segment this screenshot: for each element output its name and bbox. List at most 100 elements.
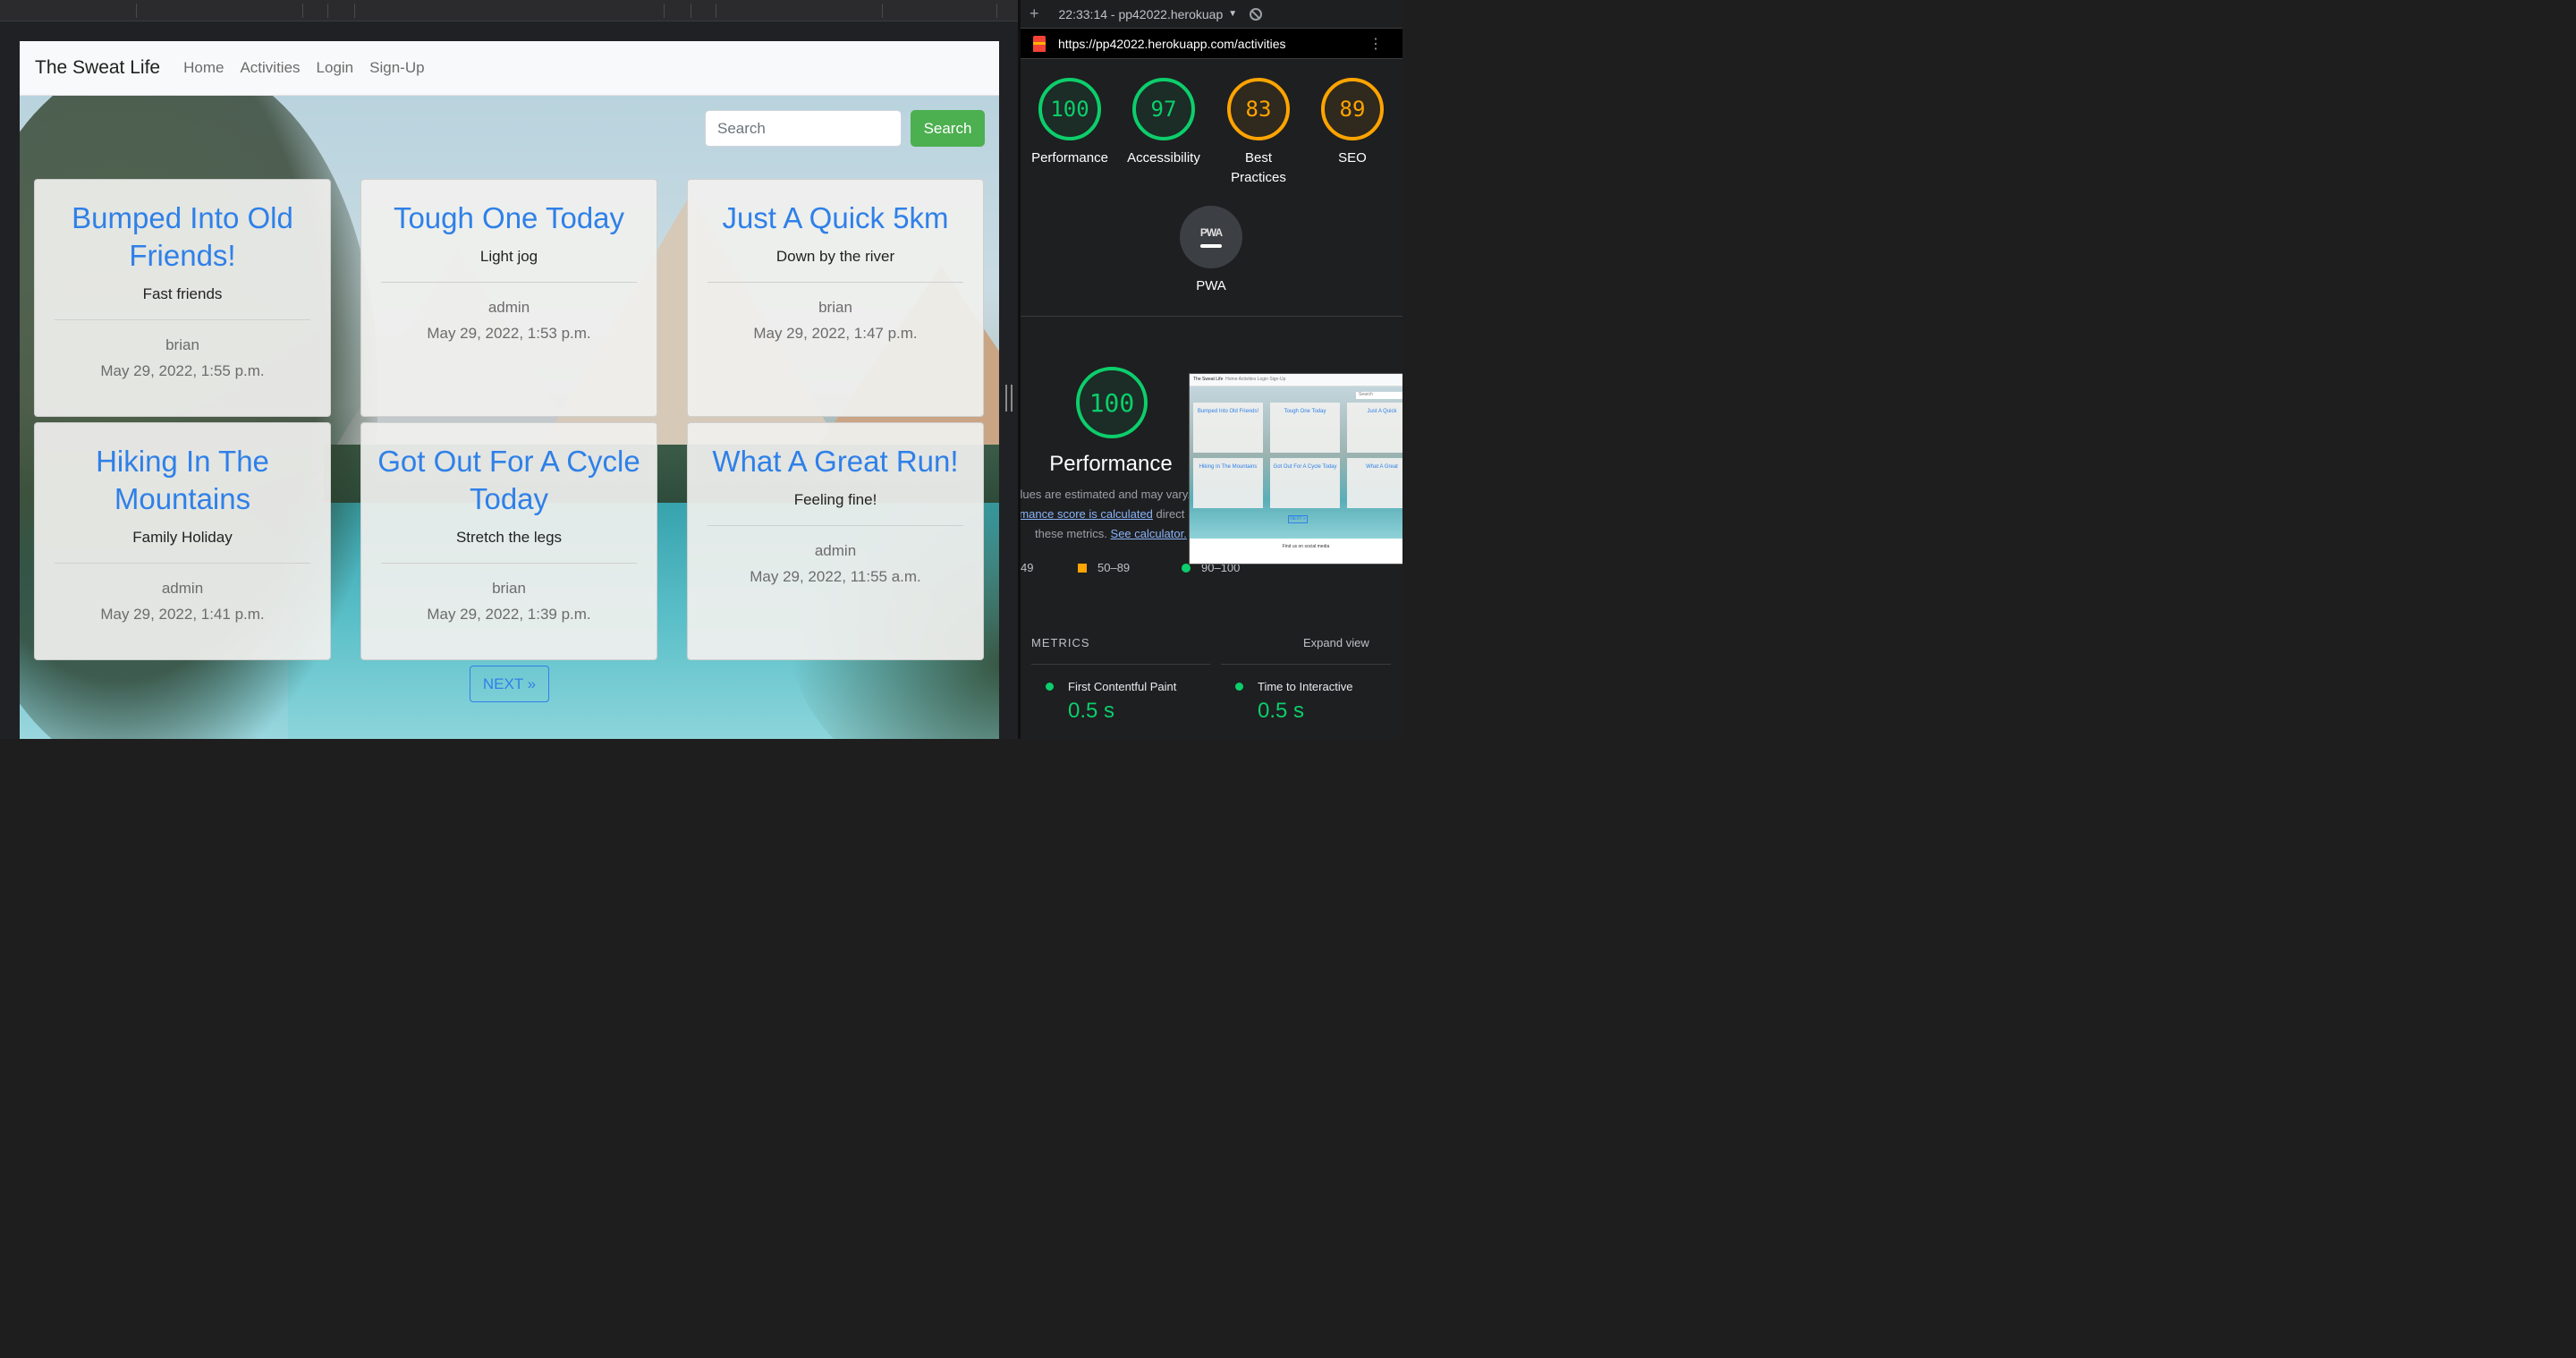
card-author: admin	[161, 580, 204, 597]
card-author: brian	[492, 580, 526, 597]
page-screenshot-thumbnail[interactable]: The Sweat Life Home Activities Login Sig…	[1189, 373, 1402, 564]
clear-icon[interactable]	[1250, 7, 1263, 21]
card-divider	[381, 563, 637, 564]
card-date: May 29, 2022, 1:41 p.m.	[100, 606, 265, 623]
card-title[interactable]: Hiking In The Mountains	[48, 443, 317, 518]
card-divider	[708, 282, 963, 283]
calculator-note: these metrics. See calculator.	[1035, 527, 1196, 540]
chevron-down-icon[interactable]: ▼	[1228, 9, 1237, 19]
card-divider	[708, 525, 963, 526]
thumbnail-card: What A Great	[1347, 458, 1402, 508]
card-author: admin	[487, 299, 530, 316]
pwa-badge[interactable]: PWA	[1180, 206, 1242, 268]
thumbnail-background: Search Bumped Into Old Friends! Tough On…	[1190, 386, 1402, 539]
resize-handle-icon[interactable]	[1005, 385, 1013, 412]
thumbnail-navbar: The Sweat Life Home Activities Login Sig…	[1190, 374, 1402, 386]
card-subtitle: Family Holiday	[132, 529, 233, 546]
expand-view-toggle[interactable]: Expand view	[1303, 636, 1369, 649]
score-value: 83	[1227, 78, 1290, 140]
card-title[interactable]: What A Great Run!	[701, 443, 970, 480]
search-input[interactable]	[705, 110, 902, 147]
activity-card[interactable]: Bumped Into Old Friends! Fast friends br…	[34, 179, 331, 417]
performance-score-gauge: 100	[1076, 367, 1148, 438]
nav-link-login[interactable]: Login	[317, 59, 354, 77]
thumbnail-next: NEXT »	[1288, 515, 1308, 523]
score-gauge-performance[interactable]: 100 Performance	[1022, 78, 1117, 168]
activity-card[interactable]: Tough One Today Light jog admin May 29, …	[360, 179, 657, 417]
circle-icon	[1182, 564, 1191, 573]
thumbnail-card: Bumped Into Old Friends!	[1193, 403, 1263, 453]
card-date: May 29, 2022, 11:55 a.m.	[750, 568, 921, 585]
thumbnail-card: Got Out For A Cycle Today	[1270, 458, 1340, 508]
card-subtitle: Down by the river	[775, 248, 895, 265]
screen: The Sweat Life Home Activities Login Sig…	[0, 0, 1402, 739]
thumbnail-footer: Find us on social media	[1190, 539, 1402, 564]
score-value: 89	[1321, 78, 1384, 140]
report-selector[interactable]: 22:33:14 - pp42022.herokuap	[1059, 7, 1224, 21]
thumbnail-brand: The Sweat Life	[1193, 377, 1224, 382]
pass-dot-icon	[1235, 683, 1243, 691]
score-label: Accessibility	[1127, 150, 1200, 166]
card-date: May 29, 2022, 1:47 p.m.	[753, 325, 918, 342]
card-date: May 29, 2022, 1:53 p.m.	[427, 325, 591, 342]
card-subtitle: Fast friends	[142, 285, 223, 302]
report-url: https://pp42022.herokuapp.com/activities	[1058, 36, 1286, 51]
card-date: May 29, 2022, 1:55 p.m.	[100, 362, 265, 379]
pwa-label: PWA	[1196, 278, 1226, 293]
card-author: brian	[165, 336, 199, 353]
score-label: Performance	[1031, 150, 1108, 166]
activity-card[interactable]: Just A Quick 5km Down by the river brian…	[687, 179, 984, 417]
metric-name: Time to Interactive	[1258, 680, 1353, 693]
card-subtitle: Feeling fine!	[793, 491, 877, 508]
legend-low: 49	[1021, 561, 1034, 574]
divider	[1021, 316, 1402, 317]
card-subtitle: Light jog	[479, 248, 538, 265]
metric-name: First Contentful Paint	[1068, 680, 1177, 693]
score-label: SEO	[1338, 150, 1367, 166]
card-title[interactable]: Got Out For A Cycle Today	[375, 443, 643, 518]
lighthouse-icon	[1033, 35, 1046, 52]
device-toolbar-strip	[0, 0, 1018, 21]
card-divider	[55, 563, 310, 564]
more-options-icon[interactable]: ⋮	[1368, 35, 1383, 53]
score-gauge-seo[interactable]: 89 SEO	[1305, 78, 1400, 168]
legend-mid: 50–89	[1097, 561, 1131, 574]
thumbnail-search: Search	[1356, 392, 1402, 399]
metric-value: 0.5 s	[1258, 699, 1305, 723]
score-note: rmance score is calculated direct	[1021, 507, 1187, 521]
card-divider	[381, 282, 637, 283]
next-page-button[interactable]: NEXT »	[470, 666, 549, 702]
thumbnail-card: Tough One Today	[1270, 403, 1340, 453]
search-button[interactable]: Search	[911, 110, 985, 147]
activity-card[interactable]: What A Great Run! Feeling fine! admin Ma…	[687, 422, 984, 660]
score-gauge-best-practices[interactable]: 83 Best Practices	[1211, 78, 1306, 188]
activity-card[interactable]: Hiking In The Mountains Family Holiday a…	[34, 422, 331, 660]
new-report-icon[interactable]: +	[1030, 4, 1039, 23]
navbar: The Sweat Life Home Activities Login Sig…	[20, 41, 999, 96]
nav-link-activities[interactable]: Activities	[240, 59, 300, 77]
score-value: 100	[1038, 78, 1101, 140]
calculator-note-text: these metrics.	[1035, 527, 1111, 540]
estimate-note: lues are estimated and may vary.	[1021, 488, 1191, 501]
performance-title: Performance	[1049, 452, 1173, 476]
score-calculation-link[interactable]: rmance score is calculated	[1021, 507, 1153, 521]
nav-link-signup[interactable]: Sign-Up	[369, 59, 424, 77]
thumbnail-card: Just A Quick	[1347, 403, 1402, 453]
report-toolbar: + 22:33:14 - pp42022.herokuap ▼	[1021, 0, 1402, 29]
legend-mid-item: 50–89	[1078, 561, 1130, 574]
card-subtitle: Stretch the legs	[455, 529, 563, 546]
dash-icon	[1200, 244, 1222, 248]
brand-logo[interactable]: The Sweat Life	[35, 57, 160, 79]
card-title[interactable]: Just A Quick 5km	[701, 199, 970, 237]
nav-link-home[interactable]: Home	[183, 59, 224, 77]
square-icon	[1078, 564, 1087, 573]
score-label: Best Practices	[1231, 150, 1286, 185]
card-author: admin	[814, 542, 857, 559]
score-gauge-accessibility[interactable]: 97 Accessibility	[1116, 78, 1211, 168]
pwa-icon: PWA	[1199, 226, 1223, 239]
card-title[interactable]: Tough One Today	[375, 199, 643, 237]
activity-card[interactable]: Got Out For A Cycle Today Stretch the le…	[360, 422, 657, 660]
calculator-link[interactable]: See calculator.	[1111, 527, 1187, 540]
divider	[1221, 664, 1391, 665]
card-title[interactable]: Bumped Into Old Friends!	[48, 199, 317, 275]
